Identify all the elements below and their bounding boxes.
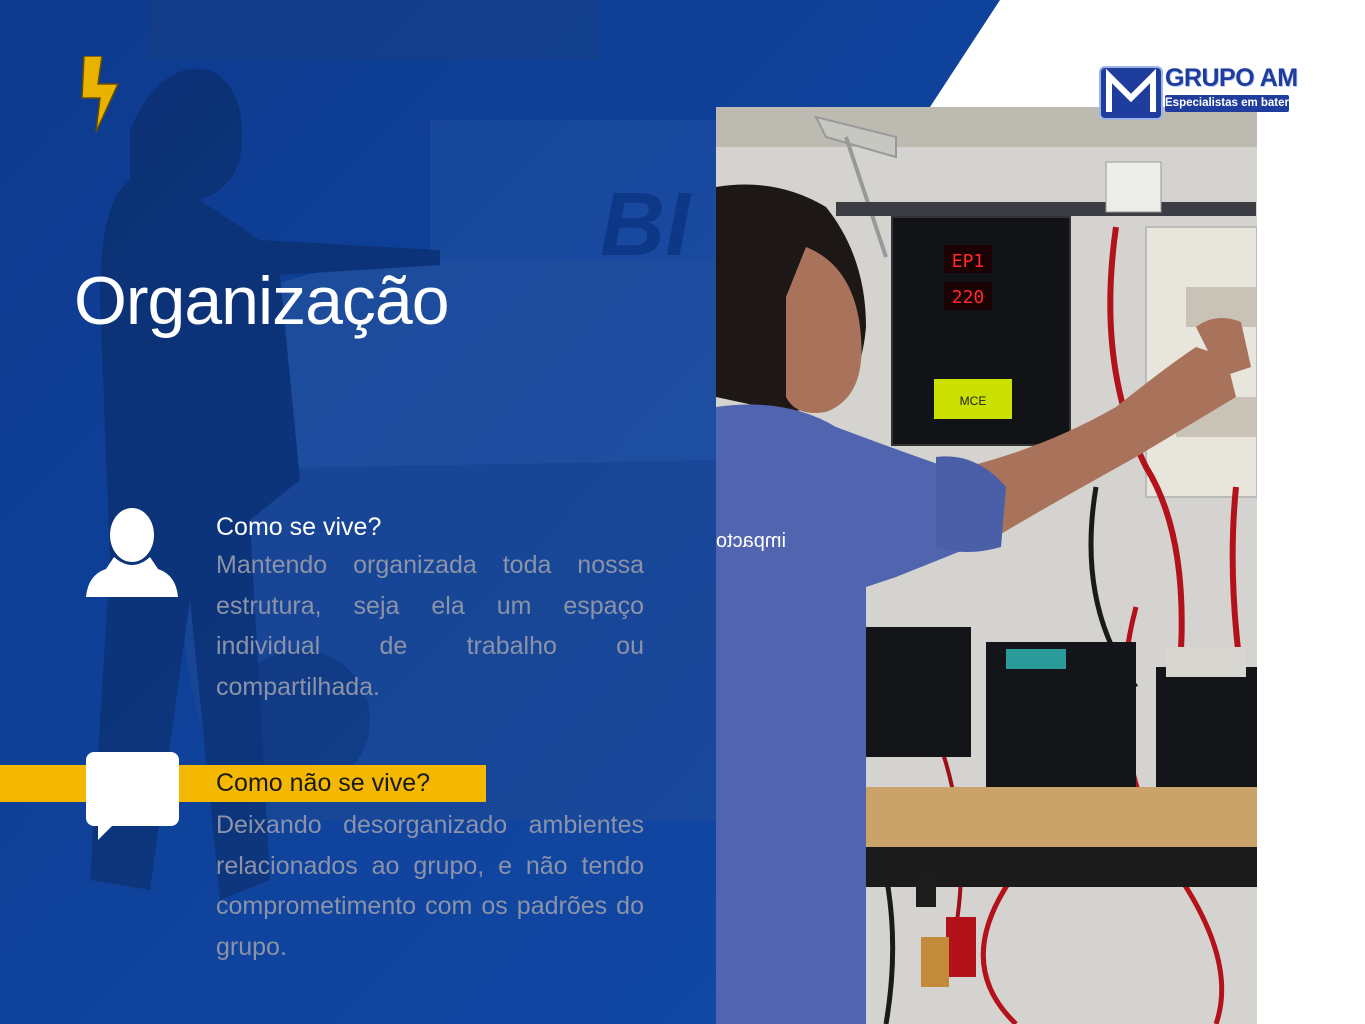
person-icon	[86, 508, 178, 597]
logo-name: GRUPO AM	[1165, 64, 1298, 92]
page-title: Organização	[74, 263, 450, 339]
technician-photo: EP1 220 MCE impacto	[716, 107, 1257, 1024]
shirt-text: impacto	[716, 530, 786, 552]
grupo-am-logo: GRUPO AM Especialistas em baterias	[1099, 64, 1305, 122]
lightning-bolt-icon	[81, 56, 120, 132]
item-heading-not-live: Como não se vive?	[216, 769, 431, 797]
panel-readout-bottom: 220	[952, 287, 985, 308]
logo-mark-icon	[1099, 66, 1163, 120]
item-heading-live: Como se vive?	[216, 513, 382, 541]
slide: BI Organização Como se vive? Mantendo or…	[0, 0, 1365, 1024]
logo-tagline: Especialistas em baterias	[1165, 95, 1305, 112]
panel-readout-top: EP1	[952, 251, 985, 272]
item-body-not-live: Deixando desorganizado ambientes relacio…	[216, 811, 644, 961]
panel-label: MCE	[960, 394, 987, 408]
item-body-live: Mantendo organizada toda nossa estrutura…	[216, 551, 644, 701]
